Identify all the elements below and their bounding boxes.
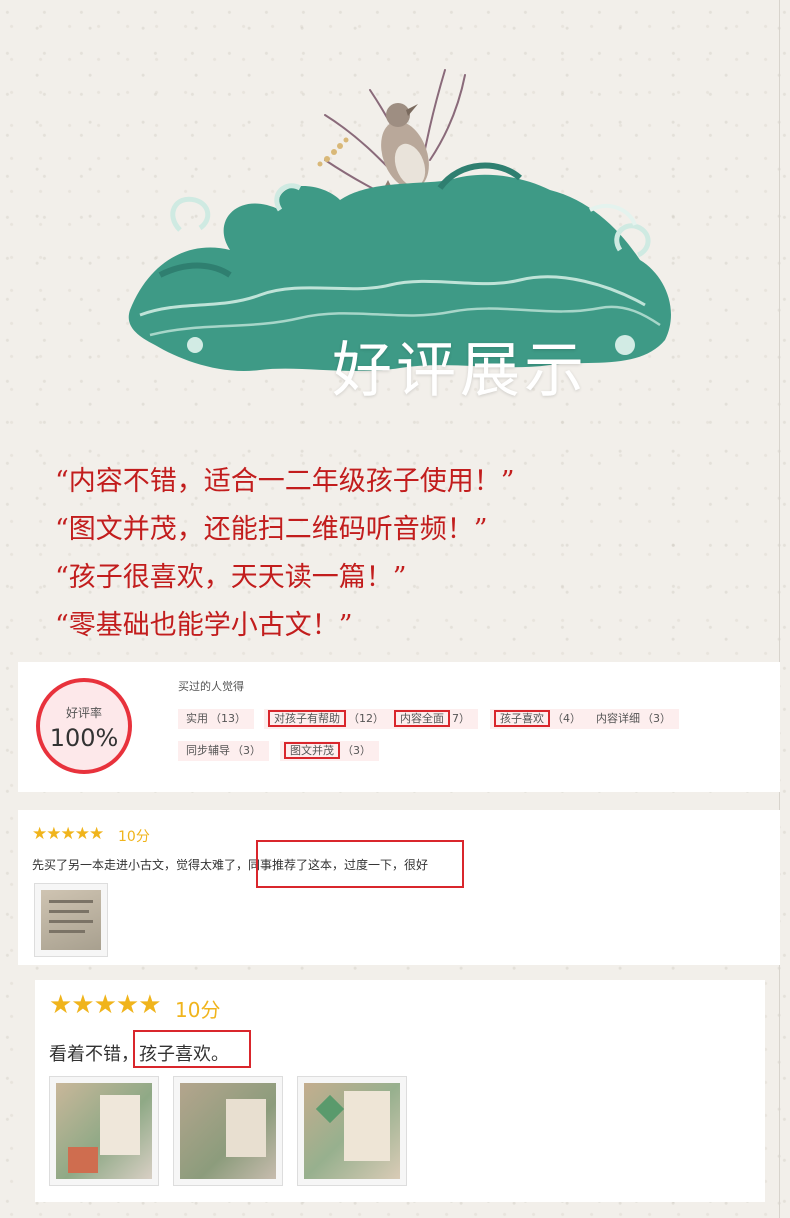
review-photo[interactable] xyxy=(173,1076,283,1186)
rating-summary-card: 好评率 100% 买过的人觉得 实用 （13） 对孩子有帮助 （12） 内容全面 7）… xyxy=(18,662,780,792)
highlight-box xyxy=(256,840,464,888)
tag-detailed[interactable]: 内容详细 （3） xyxy=(588,709,679,729)
tag-illustrated[interactable]: 图文并茂 （3） xyxy=(280,741,379,761)
review-score: 10分 xyxy=(118,829,150,845)
quote-line: “零基础也能学小古文！” xyxy=(55,610,353,641)
tag-practical[interactable]: 实用 （13） xyxy=(178,709,254,729)
review-photo[interactable] xyxy=(297,1076,407,1186)
tag-helpful[interactable]: 对孩子有帮助 （12） xyxy=(264,709,392,729)
tag-sync-tutoring[interactable]: 同步辅导 （3） xyxy=(178,741,269,761)
tag-kids-like[interactable]: 孩子喜欢 （4） xyxy=(490,709,589,729)
rate-value: 100% xyxy=(49,724,119,752)
tag-comprehensive[interactable]: 内容全面 7） xyxy=(390,709,478,729)
rate-label: 好评率 xyxy=(65,706,102,720)
quote-line: “图文并茂，还能扫二维码听音频！” xyxy=(55,514,488,545)
star-rating-icon: ★★★★★ xyxy=(32,824,104,844)
positive-rate-badge: 好评率 100% xyxy=(36,678,132,774)
buyers-think-label: 买过的人觉得 xyxy=(178,680,244,693)
section-title: 好评展示 xyxy=(332,336,588,406)
review-card: ★★★★★ 10分 先买了另一本走进小古文，觉得太难了，同事推荐了这本，过度一下… xyxy=(18,810,780,965)
hero-banner: 好评展示 xyxy=(120,60,690,406)
highlight-quotes: “内容不错，适合一二年级孩子使用！” “图文并茂，还能扫二维码听音频！” “孩子… xyxy=(55,458,755,650)
review-score: 10分 xyxy=(175,998,221,1022)
review-photo[interactable] xyxy=(49,1076,159,1186)
star-rating-icon: ★★★★★ xyxy=(49,990,162,1020)
edge-divider xyxy=(779,0,780,1218)
review-card: ★★★★★ 10分 看着不错，孩子喜欢。 xyxy=(35,980,765,1202)
quote-line: “内容不错，适合一二年级孩子使用！” xyxy=(55,466,515,497)
review-photo[interactable] xyxy=(34,883,108,957)
quote-line: “孩子很喜欢，天天读一篇！” xyxy=(55,562,407,593)
highlight-box xyxy=(133,1030,251,1068)
